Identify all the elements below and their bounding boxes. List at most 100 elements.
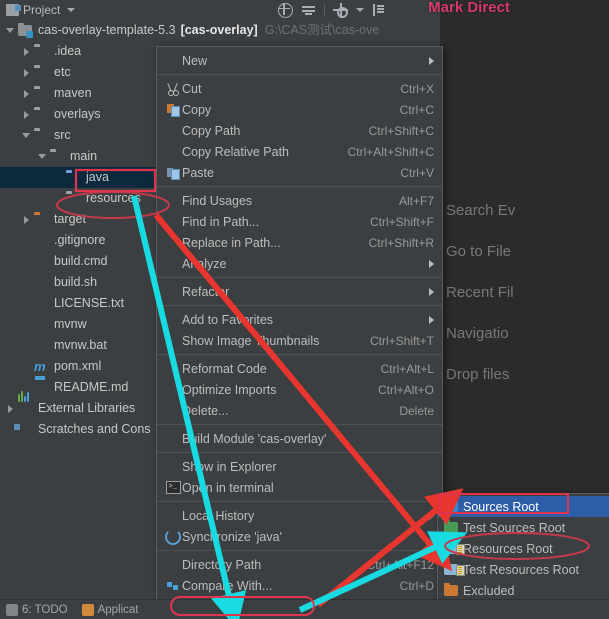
chevron-right-icon bbox=[429, 315, 434, 324]
chevron-down-icon[interactable] bbox=[67, 8, 76, 12]
tree-expand-arrow-icon bbox=[22, 320, 31, 329]
tree-item-label: etc bbox=[54, 65, 71, 79]
tree-item-label: resources bbox=[86, 191, 141, 205]
tree-expand-arrow-icon bbox=[54, 194, 63, 203]
tree-expand-arrow-icon bbox=[22, 362, 31, 371]
menu-item-new[interactable]: New bbox=[157, 50, 442, 71]
menu-item-shortcut: Delete bbox=[399, 403, 434, 418]
chevron-right-icon bbox=[429, 56, 434, 65]
toolbar-icon-group bbox=[278, 0, 385, 20]
menu-item-label: Find Usages bbox=[182, 193, 253, 208]
menu-item-label: Find in Path... bbox=[182, 214, 260, 229]
menu-item-label: Delete... bbox=[182, 403, 229, 418]
scissors-icon bbox=[164, 82, 182, 96]
tree-expand-arrow-icon[interactable] bbox=[22, 89, 31, 98]
menu-item-local-history[interactable]: Local History bbox=[157, 505, 442, 526]
tree-expand-arrow-icon bbox=[22, 383, 31, 392]
submenu-item-test-sources-root[interactable]: Test Sources Root bbox=[438, 517, 609, 538]
file-icon bbox=[34, 318, 49, 331]
menu-item-label: New bbox=[182, 53, 208, 68]
menu-item-label: Paste bbox=[182, 165, 214, 180]
tree-expand-arrow-icon[interactable] bbox=[22, 47, 31, 56]
context-menu[interactable]: New Cut Ctrl+X Copy Ctrl+C Copy Path Ctrl+Shif… bbox=[156, 46, 443, 619]
libraries-icon bbox=[18, 391, 33, 415]
menu-item-label: Copy Relative Path bbox=[182, 144, 290, 159]
menu-item-find-usages[interactable]: Find Usages Alt+F7 bbox=[157, 190, 442, 211]
submenu-item-resources-root[interactable]: Resources Root bbox=[438, 538, 609, 559]
tree-item-label: mvnw.bat bbox=[54, 338, 107, 352]
file-icon bbox=[34, 255, 49, 268]
tree-item-label: build.sh bbox=[54, 275, 98, 289]
menu-item-build-module-cas-overlay[interactable]: Build Module 'cas-overlay' bbox=[157, 428, 442, 449]
editor-hint: Navigatio bbox=[446, 325, 509, 342]
collapse-all-icon[interactable] bbox=[302, 4, 315, 16]
menu-item-label: Synchronize 'java' bbox=[182, 529, 282, 544]
editor-hint: Go to File bbox=[446, 243, 512, 260]
menu-item-label: Copy bbox=[182, 102, 212, 117]
tree-expand-arrow-icon[interactable] bbox=[6, 26, 15, 35]
tree-expand-arrow-icon bbox=[54, 173, 63, 182]
menu-item-label: Compare With... bbox=[182, 578, 273, 593]
tree-expand-arrow-icon[interactable] bbox=[22, 131, 31, 140]
tree-expand-arrow-icon bbox=[22, 278, 31, 287]
menu-item-optimize-imports[interactable]: Optimize Imports Ctrl+Alt+O bbox=[157, 379, 442, 400]
markdown-file-icon bbox=[34, 381, 49, 394]
tree-item-label: overlays bbox=[54, 107, 101, 121]
menu-item-label: Show Image Thumbnails bbox=[182, 333, 320, 348]
tree-expand-arrow-icon[interactable] bbox=[22, 68, 31, 77]
menu-item-replace-in-path[interactable]: Replace in Path... Ctrl+Shift+R bbox=[157, 232, 442, 253]
gear-chevron-down-icon[interactable] bbox=[356, 8, 364, 12]
menu-item-label: Open in terminal bbox=[182, 480, 274, 495]
settings-circle-icon[interactable] bbox=[278, 2, 293, 18]
tree-expand-arrow-icon[interactable] bbox=[22, 110, 31, 119]
project-tool-window-tab[interactable]: Project bbox=[0, 0, 81, 20]
submenu-item-test-resources-root[interactable]: Test Resources Root bbox=[438, 559, 609, 580]
folder-icon bbox=[34, 108, 49, 121]
gear-icon[interactable] bbox=[333, 2, 348, 18]
tree-item-label: pom.xml bbox=[54, 359, 102, 373]
tree-item-label: LICENSE.txt bbox=[54, 296, 125, 310]
menu-item-shortcut: Alt+F7 bbox=[398, 193, 434, 208]
menu-item-copy[interactable]: Copy Ctrl+C bbox=[157, 99, 442, 120]
menu-item-directory-path[interactable]: Directory Path Ctrl+Alt+F12 bbox=[157, 554, 442, 575]
menu-item-label: Reformat Code bbox=[182, 361, 267, 376]
status-bar: 6: TODO Applicat bbox=[0, 599, 609, 619]
tree-expand-arrow-icon[interactable] bbox=[6, 404, 15, 413]
file-icon bbox=[34, 276, 49, 289]
menu-item-delete[interactable]: Delete... Delete bbox=[157, 400, 442, 421]
menu-item-synchronize-java[interactable]: Synchronize 'java' bbox=[157, 526, 442, 547]
tree-expand-arrow-icon[interactable] bbox=[38, 152, 47, 161]
menu-item-reformat-code[interactable]: Reformat Code Ctrl+Alt+L bbox=[157, 358, 442, 379]
menu-item-label: Local History bbox=[182, 508, 255, 523]
tree-row-root[interactable]: cas-overlay-template-5.3 [cas-overlay] G… bbox=[0, 20, 440, 41]
folder-blue-icon bbox=[66, 171, 81, 184]
menu-item-find-in-path[interactable]: Find in Path... Ctrl+Shift+F bbox=[157, 211, 442, 232]
menu-item-show-in-explorer[interactable]: Show in Explorer bbox=[157, 456, 442, 477]
chevron-right-icon bbox=[429, 259, 434, 268]
menu-item-label: Copy Path bbox=[182, 123, 241, 138]
tree-item-label: main bbox=[70, 149, 98, 163]
submenu-item-excluded[interactable]: Excluded bbox=[438, 580, 609, 601]
status-item-application[interactable]: Applicat bbox=[81, 603, 139, 616]
menu-item-add-to-favorites[interactable]: Add to Favorites bbox=[157, 309, 442, 330]
menu-item-refactor[interactable]: Refactor bbox=[157, 281, 442, 302]
editor-hint: Recent Fil bbox=[446, 284, 514, 301]
menu-item-cut[interactable]: Cut Ctrl+X bbox=[157, 78, 442, 99]
tree-expand-arrow-icon[interactable] bbox=[22, 215, 31, 224]
menu-separator bbox=[157, 186, 442, 187]
menu-item-copy-path[interactable]: Copy Path Ctrl+Shift+C bbox=[157, 120, 442, 141]
menu-item-open-in-terminal[interactable]: >_ Open in terminal bbox=[157, 477, 442, 498]
status-item-todo[interactable]: 6: TODO bbox=[6, 603, 68, 616]
folder-test-sources-icon bbox=[444, 520, 463, 533]
submenu-item-sources-root[interactable]: Sources Root bbox=[438, 496, 609, 517]
hide-window-icon[interactable] bbox=[373, 4, 385, 16]
menu-item-copy-relative-path[interactable]: Copy Relative Path Ctrl+Alt+Shift+C bbox=[157, 141, 442, 162]
terminal-icon: >_ bbox=[164, 481, 182, 494]
menu-item-paste[interactable]: Paste Ctrl+V bbox=[157, 162, 442, 183]
menu-item-compare-with[interactable]: Compare With... Ctrl+D bbox=[157, 575, 442, 596]
tree-item-label: .idea bbox=[54, 44, 82, 58]
menu-item-analyze[interactable]: Analyze bbox=[157, 253, 442, 274]
menu-item-shortcut: Ctrl+Shift+R bbox=[368, 235, 434, 250]
tree-item-label: target bbox=[54, 212, 86, 226]
menu-item-show-image-thumbnails[interactable]: Show Image Thumbnails Ctrl+Shift+T bbox=[157, 330, 442, 351]
